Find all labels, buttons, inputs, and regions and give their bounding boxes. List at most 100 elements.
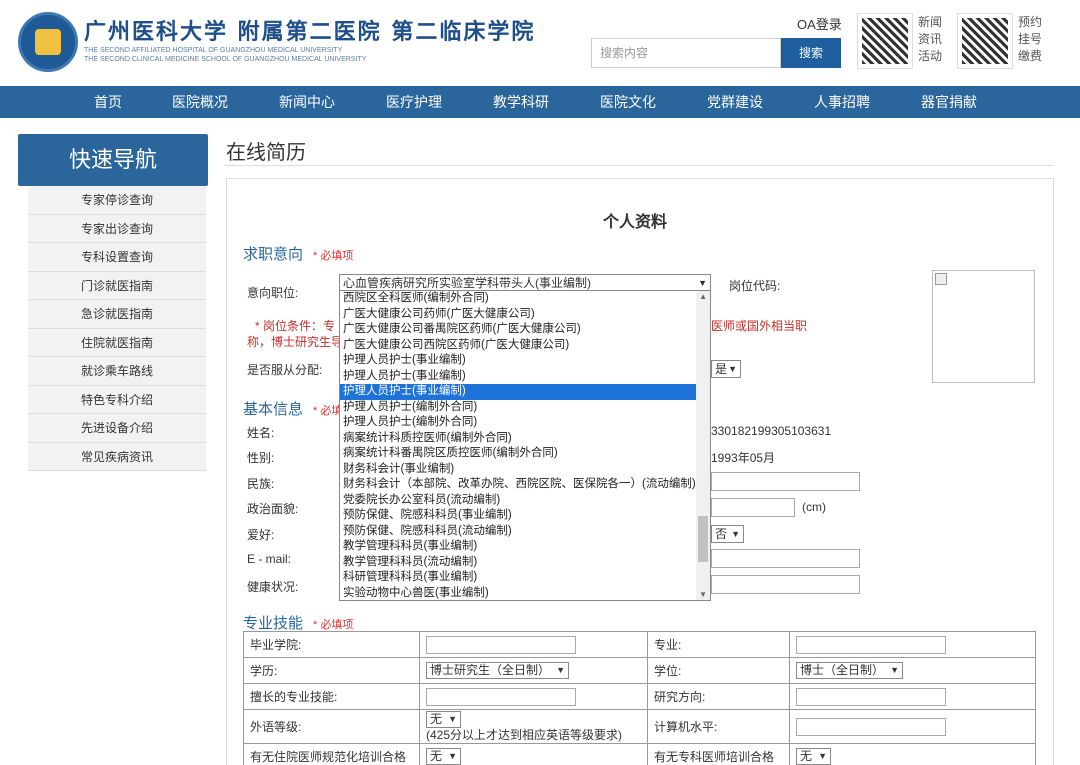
sidebar-item[interactable]: 专家出诊查询 [28,214,206,243]
computer-input[interactable] [796,717,946,736]
scrollbar-thumb[interactable] [698,516,708,562]
research-label: 研究方向: [647,683,790,710]
photo-placeholder[interactable] [932,270,1035,383]
sidebar-item[interactable]: 专家停诊查询 [28,186,206,215]
phone-input[interactable] [711,549,860,568]
dropdown-option[interactable]: 实验动物中心兽医(事业编制) [340,586,710,601]
dropdown-option[interactable]: 广医大健康公司番禺院区药师(广医大健康公司) [340,322,710,338]
obey-label: 是否服从分配: [247,363,323,377]
dropdown-scrollbar[interactable]: ▲ ▼ [696,291,710,600]
education-select[interactable]: 博士研究生（全日制） ▼ [426,662,570,679]
english-note: (425分以上才达到相应英语等级要求) [426,727,623,742]
table-row: 毕业学院: 专业: [243,631,1036,658]
political-label: 政治面貌: [247,502,299,516]
sidebar-item[interactable]: 就诊乘车路线 [28,357,206,386]
height-input[interactable] [711,498,795,517]
dropdown-option[interactable]: 广医大健康公司西院区药师(广医大健康公司) [340,338,710,354]
research-input[interactable] [796,687,946,706]
title-divider [224,165,1054,166]
university-logo[interactable] [18,12,78,72]
specialty-input[interactable] [426,687,576,706]
position-label: 意向职位: [247,286,299,300]
dropdown-option[interactable]: 教学管理科科员(流动编制) [340,555,710,571]
table-row: 有无住院医师规范化培训合格 无 ▼ 有无专科医师培训合格 无 ▼ [243,743,1036,765]
degree-select[interactable]: 博士（全日制） ▼ [796,662,904,679]
obey-select[interactable]: 是 ▼ [711,360,741,378]
broken-image-icon [935,273,947,285]
skills-heading: 专业技能 [243,615,304,632]
scroll-down-icon[interactable]: ▼ [699,590,707,599]
dropdown-option[interactable]: 预防保健、院感科科员(流动编制) [340,524,710,540]
english-label: 外语等级: [243,709,420,744]
nav-item-party[interactable]: 党群建设 [705,86,765,118]
scroll-up-icon[interactable]: ▲ [699,292,707,301]
id-number-value: 330182199305103631 [711,424,832,438]
address-input[interactable] [711,575,860,594]
english-select[interactable]: 无 ▼ [426,710,462,728]
site-header: 广州医科大学 附属第二医院 第二临床学院 THE SECOND AFFILIAT… [0,0,1080,86]
qr-code-news-icon [857,13,913,69]
sidebar-item[interactable]: 特色专科介绍 [28,385,206,414]
main-nav: 首页 医院概况 新闻中心 医疗护理 教学科研 医院文化 党群建设 人事招聘 器官… [0,86,1080,118]
position-dropdown-list[interactable]: 西院区全科医师(编制外合同) 广医大健康公司药师(广医大健康公司) 广医大健康公司番… [339,290,711,601]
sidebar-item[interactable]: 门诊就医指南 [28,271,206,300]
sidebar-item[interactable]: 先进设备介绍 [28,414,206,443]
dropdown-option[interactable]: 病案统计科质控医师(编制外合同) [340,431,710,447]
required-note: * 必填项 [313,619,354,631]
resident-training-select[interactable]: 无 ▼ [426,748,462,765]
dropdown-option[interactable]: 教学管理科科员(事业编制) [340,539,710,555]
dropdown-option[interactable]: 党委院长办公室科员(流动编制) [340,493,710,509]
sidebar-item[interactable]: 急诊就医指南 [28,300,206,329]
search-button[interactable]: 搜索 [781,38,841,68]
nav-item-culture[interactable]: 医院文化 [598,86,658,118]
chevron-down-icon: ▼ [556,665,566,675]
condition-note-right: 医师或国外相当职 [711,319,808,333]
dropdown-option[interactable]: 财务科会计(事业编制) [340,462,710,478]
specialist-training-select[interactable]: 无 ▼ [796,748,832,765]
quick-nav-title: 快速导航 [18,134,208,186]
table-row: 外语等级: 无 ▼ (425分以上才达到相应英语等级要求) 计算机水平: [243,709,1036,744]
nav-item-news[interactable]: 新闻中心 [277,86,337,118]
position-code-label: 岗位代码: [729,279,781,293]
height-unit: (cm) [802,500,826,514]
dropdown-option[interactable]: 西院区全科医师(编制外合同) [340,291,710,307]
dropdown-option[interactable]: 病案统计科番禺院区质控医师(编制外合同) [340,446,710,462]
ethnic-related-input[interactable] [711,472,860,491]
sidebar-item[interactable]: 专科设置查询 [28,243,206,272]
specialist-training-label: 有无专科医师培训合格 [647,743,790,765]
sidebar-item[interactable]: 常见疾病资讯 [28,442,206,471]
table-row: 学历: 博士研究生（全日制） ▼ 学位: 博士（全日制） ▼ [243,657,1036,684]
ethnic-label: 民族: [247,477,275,491]
dropdown-option[interactable]: 科研管理科科员(事业编制) [340,570,710,586]
nav-item-organ[interactable]: 器官捐献 [919,86,979,118]
nav-item-recruit[interactable]: 人事招聘 [812,86,872,118]
dropdown-option[interactable]: 预防保健、院感科科员(事业编制) [340,508,710,524]
birth-value: 1993年05月 [711,451,776,465]
major-input[interactable] [796,635,946,654]
basic-info-heading: 基本信息 [243,401,304,418]
dropdown-option[interactable]: 财务科会计（本部院、改革办院、西院区院、医保院各一）(流动编制) [340,477,710,493]
oa-login-link[interactable]: OA登录 [797,14,842,33]
chevron-down-icon: ▼ [698,278,707,288]
nav-item-teaching[interactable]: 教学科研 [491,86,551,118]
skills-table: 毕业学院: 专业: 学历: 博士研究生（全日制） ▼ 学位: 博士（全日制） ▼ 擅… [243,631,1036,765]
dropdown-option[interactable]: 广医大健康公司药师(广医大健康公司) [340,307,710,323]
chevron-down-icon: ▼ [890,665,900,675]
married-select[interactable]: 否 ▼ [711,525,744,543]
dropdown-option[interactable]: 护理人员护士(事业编制) [340,353,710,369]
dropdown-option[interactable]: 护理人员护士(编制外合同) [340,415,710,431]
search-input[interactable]: 搜索内容 [591,38,781,68]
nav-item-overview[interactable]: 医院概况 [170,86,230,118]
dropdown-option[interactable]: 护理人员护士(事业编制) [340,369,710,385]
sidebar-item[interactable]: 住院就医指南 [28,328,206,357]
nav-item-home[interactable]: 首页 [78,86,138,118]
health-label: 健康状况: [247,580,299,594]
nav-item-medical[interactable]: 医疗护理 [384,86,444,118]
required-note: * 必填项 [313,250,354,262]
qr-news-text: 新闻 资讯 活动 [918,15,943,63]
graduate-input[interactable] [426,635,576,654]
education-label: 学历: [243,657,420,684]
chevron-down-icon: ▼ [448,751,458,761]
dropdown-option[interactable]: 护理人员护士(事业编制) [340,384,710,400]
dropdown-option[interactable]: 护理人员护士(编制外合同) [340,400,710,416]
